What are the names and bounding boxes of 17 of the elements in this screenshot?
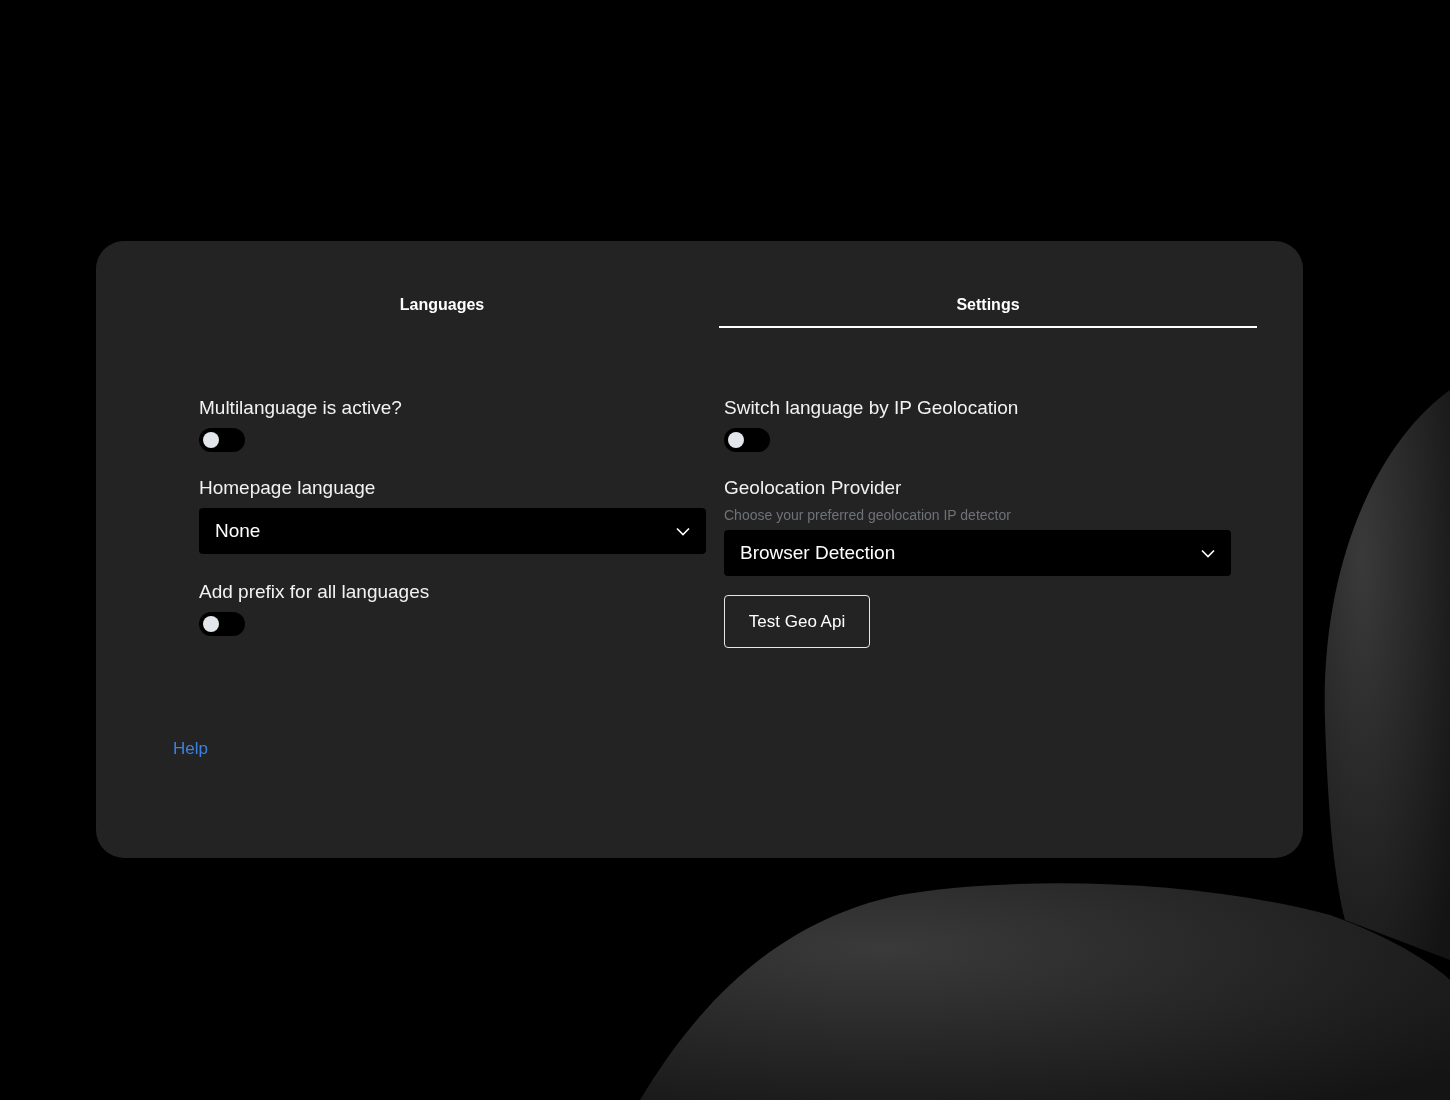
field-label: Multilanguage is active?: [199, 396, 403, 420]
field-label: Geolocation Provider: [724, 476, 903, 500]
toggle-switch[interactable]: [199, 428, 245, 452]
field-label: Homepage language: [199, 476, 377, 500]
tab[interactable]: Languages: [173, 289, 711, 328]
test-button[interactable]: Test Geo Api: [724, 595, 870, 648]
tab[interactable]: Settings: [719, 289, 1257, 328]
field-label: Switch language by IP Geolocation: [724, 396, 1020, 420]
dropdown-select[interactable]: None: [199, 508, 706, 554]
toggle-switch[interactable]: [724, 428, 770, 452]
toggle-switch[interactable]: [199, 612, 245, 636]
field-label: Add prefix for all languages: [199, 580, 431, 604]
chevron-down-icon: [1201, 548, 1215, 558]
help-link[interactable]: Help: [173, 736, 208, 762]
dropdown-select[interactable]: Browser Detection: [724, 530, 1231, 576]
field-description: Choose your preferred geolocation IP detector: [724, 506, 1012, 524]
chevron-down-icon: [676, 526, 690, 536]
